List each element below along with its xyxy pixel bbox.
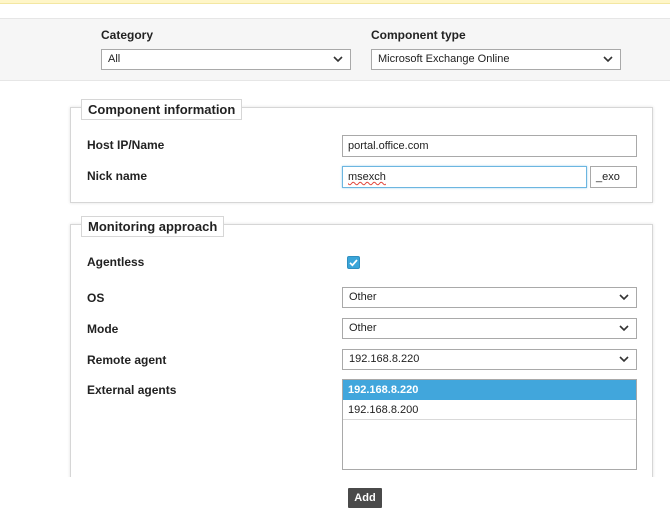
external-agent-option[interactable]: 192.168.8.220 [343,380,636,400]
add-button[interactable]: Add [348,488,382,508]
component-type-label: Component type [371,28,466,42]
host-label: Host IP/Name [87,138,165,152]
chevron-down-icon [619,350,631,369]
nick-name-label: Nick name [87,169,148,183]
nick-name-value: msexch [348,171,386,183]
chevron-down-icon [603,50,615,69]
remote-agent-select-value: 192.168.8.220 [349,353,420,365]
host-input[interactable]: portal.office.com [342,135,637,157]
chevron-down-icon [333,50,345,69]
footer-area [0,477,670,515]
os-label: OS [87,291,105,305]
top-notification-bar [0,0,670,4]
chevron-down-icon [619,288,631,307]
nick-name-input[interactable]: msexch [342,166,587,188]
agentless-label: Agentless [87,255,145,269]
category-select-value: All [108,53,121,65]
os-select-value: Other [349,291,377,303]
mode-select[interactable]: Other [342,318,637,339]
component-type-select[interactable]: Microsoft Exchange Online [371,49,621,70]
component-information-title: Component information [81,99,243,120]
mode-select-value: Other [349,322,377,334]
os-select[interactable]: Other [342,287,637,308]
mode-label: Mode [87,322,119,336]
nick-name-suffix-input[interactable]: _exo [590,166,637,188]
chevron-down-icon [619,319,631,338]
external-agent-option[interactable]: 192.168.8.200 [343,400,636,420]
remote-agent-select[interactable]: 192.168.8.220 [342,349,637,370]
external-agents-label: External agents [87,383,177,397]
checkmark-icon [349,259,358,267]
category-select[interactable]: All [101,49,351,70]
monitoring-approach-title: Monitoring approach [81,216,225,237]
external-agents-listbox[interactable]: 192.168.8.220 192.168.8.200 [342,379,637,470]
component-type-select-value: Microsoft Exchange Online [378,53,510,65]
agentless-checkbox[interactable] [347,256,360,269]
remote-agent-label: Remote agent [87,353,167,367]
category-label: Category [101,28,154,42]
